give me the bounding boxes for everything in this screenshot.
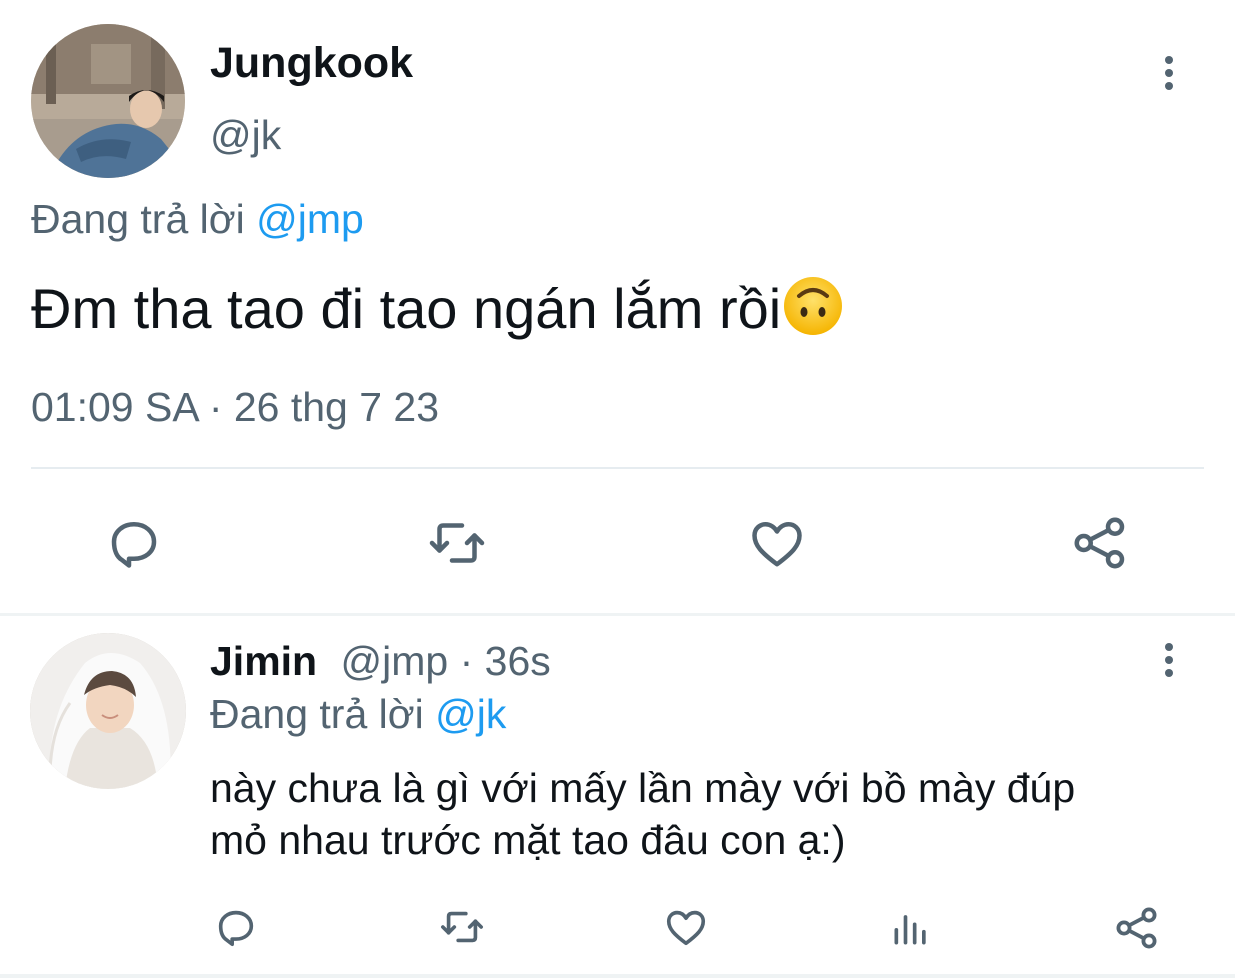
more-options-button[interactable] bbox=[1162, 643, 1180, 683]
reply-icon bbox=[218, 910, 254, 947]
section-divider bbox=[0, 613, 1235, 616]
share-button[interactable] bbox=[1113, 904, 1161, 952]
reply-header: Jimin @jmp · 36s bbox=[210, 636, 551, 686]
handle[interactable]: @jmp bbox=[341, 638, 449, 684]
share-button[interactable] bbox=[1070, 513, 1130, 573]
replying-prefix: Đang trả lời bbox=[31, 196, 245, 242]
reply-button[interactable] bbox=[104, 513, 164, 573]
avatar-photo bbox=[31, 24, 185, 178]
post-age[interactable]: · 36s bbox=[460, 638, 551, 684]
reply-button[interactable] bbox=[213, 904, 259, 950]
replying-to: Đang trả lời @jmp bbox=[31, 194, 364, 244]
bottom-divider bbox=[0, 974, 1235, 978]
divider bbox=[31, 467, 1204, 469]
replying-to-link[interactable]: @jmp bbox=[256, 196, 364, 242]
retweet-icon bbox=[429, 523, 485, 563]
handle[interactable]: @jk bbox=[210, 110, 281, 160]
timestamp[interactable]: 01:09 SA · 26 thg 7 23 bbox=[31, 382, 439, 432]
display-name[interactable]: Jungkook bbox=[210, 38, 413, 88]
like-icon bbox=[666, 910, 706, 946]
more-vertical-icon bbox=[1162, 56, 1176, 90]
reply-text-line-1: này chưa là gì với mấy lần mày với bồ mà… bbox=[210, 765, 1076, 811]
views-icon bbox=[894, 915, 926, 945]
retweet-icon bbox=[441, 911, 483, 943]
avatar[interactable] bbox=[31, 24, 185, 178]
like-button[interactable] bbox=[747, 513, 807, 573]
more-vertical-icon bbox=[1162, 643, 1176, 677]
like-button[interactable] bbox=[663, 904, 709, 950]
tweet-text-content: Đm tha tao đi tao ngán lắm rồi bbox=[31, 276, 782, 340]
replying-to-link[interactable]: @jk bbox=[435, 691, 506, 737]
reply-icon bbox=[111, 522, 157, 568]
share-icon bbox=[1074, 517, 1125, 569]
retweet-button[interactable] bbox=[436, 904, 488, 950]
views-button[interactable] bbox=[889, 906, 933, 950]
retweet-button[interactable] bbox=[425, 513, 489, 573]
avatar[interactable] bbox=[30, 633, 186, 789]
more-options-button[interactable] bbox=[1162, 56, 1180, 96]
like-icon bbox=[752, 522, 802, 567]
replying-to: Đang trả lời @jk bbox=[210, 689, 506, 739]
upside-down-face-icon bbox=[781, 274, 845, 352]
tweet-text: Đm tha tao đi tao ngán lắm rồi bbox=[31, 274, 845, 352]
reply-text-line-2: mỏ nhau trước mặt tao đâu con ạ:) bbox=[210, 817, 846, 863]
replying-prefix: Đang trả lời bbox=[210, 691, 424, 737]
avatar-photo bbox=[30, 633, 186, 789]
share-icon bbox=[1116, 907, 1157, 949]
display-name[interactable]: Jimin bbox=[210, 638, 317, 684]
